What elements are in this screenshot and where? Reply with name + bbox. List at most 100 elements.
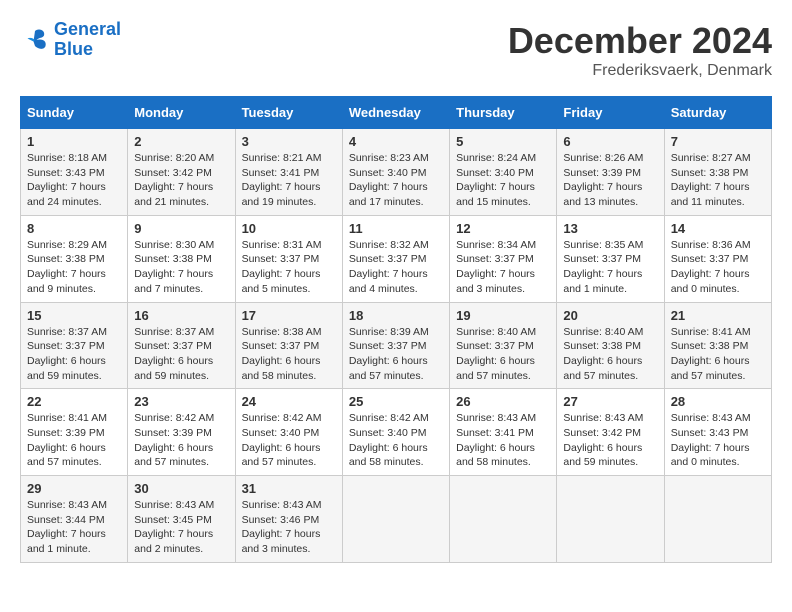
day-number: 22 [27, 394, 121, 409]
calendar-week-row: 29Sunrise: 8:43 AMSunset: 3:44 PMDayligh… [21, 476, 772, 563]
day-number: 13 [563, 221, 657, 236]
page-header: General Blue December 2024 Frederiksvaer… [20, 20, 772, 80]
day-info: Sunrise: 8:39 AMSunset: 3:37 PMDaylight:… [349, 325, 443, 384]
day-number: 9 [134, 221, 228, 236]
day-number: 6 [563, 134, 657, 149]
day-number: 26 [456, 394, 550, 409]
calendar-cell: 1 Sunrise: 8:18 AMSunset: 3:43 PMDaylight… [21, 129, 128, 216]
calendar-cell: 10 Sunrise: 8:31 AMSunset: 3:37 PMDayligh… [235, 215, 342, 302]
calendar-cell: 4Sunrise: 8:23 AMSunset: 3:40 PMDaylight… [342, 129, 449, 216]
logo-text: General Blue [54, 20, 121, 60]
weekday-header-saturday: Saturday [664, 97, 771, 129]
day-info: Sunrise: 8:27 AMSunset: 3:38 PMDaylight:… [671, 151, 765, 210]
day-number: 31 [242, 481, 336, 496]
day-number: 25 [349, 394, 443, 409]
day-number: 11 [349, 221, 443, 236]
day-number: 3 [242, 134, 336, 149]
calendar-week-row: 8 Sunrise: 8:29 AMSunset: 3:38 PMDaylight… [21, 215, 772, 302]
day-number: 19 [456, 308, 550, 323]
weekday-header-friday: Friday [557, 97, 664, 129]
calendar-cell: 25 Sunrise: 8:42 AMSunset: 3:40 PMDayligh… [342, 389, 449, 476]
day-number: 4 [349, 134, 443, 149]
day-info: Sunrise: 8:20 AMSunset: 3:42 PMDaylight:… [134, 151, 228, 210]
day-info: Sunrise: 8:42 AMSunset: 3:40 PMDaylight:… [242, 411, 336, 470]
day-number: 16 [134, 308, 228, 323]
calendar-cell: 6 Sunrise: 8:26 AMSunset: 3:39 PMDaylight… [557, 129, 664, 216]
day-number: 30 [134, 481, 228, 496]
day-number: 2 [134, 134, 228, 149]
weekday-header-sunday: Sunday [21, 97, 128, 129]
logo-line1: General [54, 19, 121, 39]
day-info: Sunrise: 8:41 AMSunset: 3:38 PMDaylight:… [671, 325, 765, 384]
calendar-table: SundayMondayTuesdayWednesdayThursdayFrid… [20, 96, 772, 563]
day-info: Sunrise: 8:38 AMSunset: 3:37 PMDaylight:… [242, 325, 336, 384]
day-info: Sunrise: 8:29 AMSunset: 3:38 PMDaylight:… [27, 238, 121, 297]
calendar-cell: 27 Sunrise: 8:43 AMSunset: 3:42 PMDayligh… [557, 389, 664, 476]
day-number: 8 [27, 221, 121, 236]
calendar-cell: 26Sunrise: 8:43 AMSunset: 3:41 PMDayligh… [450, 389, 557, 476]
calendar-cell [342, 476, 449, 563]
day-number: 1 [27, 134, 121, 149]
day-number: 18 [349, 308, 443, 323]
weekday-header-thursday: Thursday [450, 97, 557, 129]
calendar-cell: 11 Sunrise: 8:32 AMSunset: 3:37 PMDayligh… [342, 215, 449, 302]
day-number: 17 [242, 308, 336, 323]
day-info: Sunrise: 8:36 AMSunset: 3:37 PMDaylight:… [671, 238, 765, 297]
day-info: Sunrise: 8:42 AMSunset: 3:40 PMDaylight:… [349, 411, 443, 470]
calendar-week-row: 1 Sunrise: 8:18 AMSunset: 3:43 PMDaylight… [21, 129, 772, 216]
title-block: December 2024 Frederiksvaerk, Denmark [508, 20, 772, 80]
day-info: Sunrise: 8:18 AMSunset: 3:43 PMDaylight:… [27, 151, 121, 210]
day-number: 28 [671, 394, 765, 409]
day-info: Sunrise: 8:30 AMSunset: 3:38 PMDaylight:… [134, 238, 228, 297]
calendar-week-row: 15 Sunrise: 8:37 AMSunset: 3:37 PMDayligh… [21, 302, 772, 389]
calendar-cell [664, 476, 771, 563]
day-info: Sunrise: 8:32 AMSunset: 3:37 PMDaylight:… [349, 238, 443, 297]
day-info: Sunrise: 8:43 AMSunset: 3:45 PMDaylight:… [134, 498, 228, 557]
day-info: Sunrise: 8:35 AMSunset: 3:37 PMDaylight:… [563, 238, 657, 297]
day-info: Sunrise: 8:37 AMSunset: 3:37 PMDaylight:… [134, 325, 228, 384]
day-number: 14 [671, 221, 765, 236]
day-info: Sunrise: 8:42 AMSunset: 3:39 PMDaylight:… [134, 411, 228, 470]
calendar-cell: 13 Sunrise: 8:35 AMSunset: 3:37 PMDayligh… [557, 215, 664, 302]
calendar-cell: 17 Sunrise: 8:38 AMSunset: 3:37 PMDayligh… [235, 302, 342, 389]
day-info: Sunrise: 8:34 AMSunset: 3:37 PMDaylight:… [456, 238, 550, 297]
calendar-cell: 28 Sunrise: 8:43 AMSunset: 3:43 PMDayligh… [664, 389, 771, 476]
calendar-week-row: 22 Sunrise: 8:41 AMSunset: 3:39 PMDayligh… [21, 389, 772, 476]
calendar-cell [557, 476, 664, 563]
day-info: Sunrise: 8:40 AMSunset: 3:37 PMDaylight:… [456, 325, 550, 384]
day-number: 15 [27, 308, 121, 323]
location-subtitle: Frederiksvaerk, Denmark [508, 62, 772, 80]
day-number: 27 [563, 394, 657, 409]
day-info: Sunrise: 8:40 AMSunset: 3:38 PMDaylight:… [563, 325, 657, 384]
calendar-cell: 5Sunrise: 8:24 AMSunset: 3:40 PMDaylight… [450, 129, 557, 216]
day-number: 20 [563, 308, 657, 323]
calendar-cell: 22 Sunrise: 8:41 AMSunset: 3:39 PMDayligh… [21, 389, 128, 476]
day-info: Sunrise: 8:31 AMSunset: 3:37 PMDaylight:… [242, 238, 336, 297]
calendar-cell: 7Sunrise: 8:27 AMSunset: 3:38 PMDaylight… [664, 129, 771, 216]
calendar-cell: 16 Sunrise: 8:37 AMSunset: 3:37 PMDayligh… [128, 302, 235, 389]
calendar-cell: 12 Sunrise: 8:34 AMSunset: 3:37 PMDayligh… [450, 215, 557, 302]
day-info: Sunrise: 8:26 AMSunset: 3:39 PMDaylight:… [563, 151, 657, 210]
weekday-header-row: SundayMondayTuesdayWednesdayThursdayFrid… [21, 97, 772, 129]
logo-line2: Blue [54, 39, 93, 59]
calendar-cell: 29Sunrise: 8:43 AMSunset: 3:44 PMDayligh… [21, 476, 128, 563]
calendar-cell: 30 Sunrise: 8:43 AMSunset: 3:45 PMDayligh… [128, 476, 235, 563]
day-info: Sunrise: 8:21 AMSunset: 3:41 PMDaylight:… [242, 151, 336, 210]
day-info: Sunrise: 8:24 AMSunset: 3:40 PMDaylight:… [456, 151, 550, 210]
day-number: 12 [456, 221, 550, 236]
day-number: 10 [242, 221, 336, 236]
calendar-cell: 20 Sunrise: 8:40 AMSunset: 3:38 PMDayligh… [557, 302, 664, 389]
day-number: 21 [671, 308, 765, 323]
calendar-cell: 9 Sunrise: 8:30 AMSunset: 3:38 PMDaylight… [128, 215, 235, 302]
day-info: Sunrise: 8:43 AMSunset: 3:43 PMDaylight:… [671, 411, 765, 470]
weekday-header-monday: Monday [128, 97, 235, 129]
calendar-cell: 18 Sunrise: 8:39 AMSunset: 3:37 PMDayligh… [342, 302, 449, 389]
calendar-cell: 15 Sunrise: 8:37 AMSunset: 3:37 PMDayligh… [21, 302, 128, 389]
calendar-cell: 2 Sunrise: 8:20 AMSunset: 3:42 PMDaylight… [128, 129, 235, 216]
day-info: Sunrise: 8:43 AMSunset: 3:42 PMDaylight:… [563, 411, 657, 470]
day-info: Sunrise: 8:37 AMSunset: 3:37 PMDaylight:… [27, 325, 121, 384]
calendar-cell: 23Sunrise: 8:42 AMSunset: 3:39 PMDayligh… [128, 389, 235, 476]
calendar-cell: 14 Sunrise: 8:36 AMSunset: 3:37 PMDayligh… [664, 215, 771, 302]
day-info: Sunrise: 8:43 AMSunset: 3:46 PMDaylight:… [242, 498, 336, 557]
day-info: Sunrise: 8:41 AMSunset: 3:39 PMDaylight:… [27, 411, 121, 470]
